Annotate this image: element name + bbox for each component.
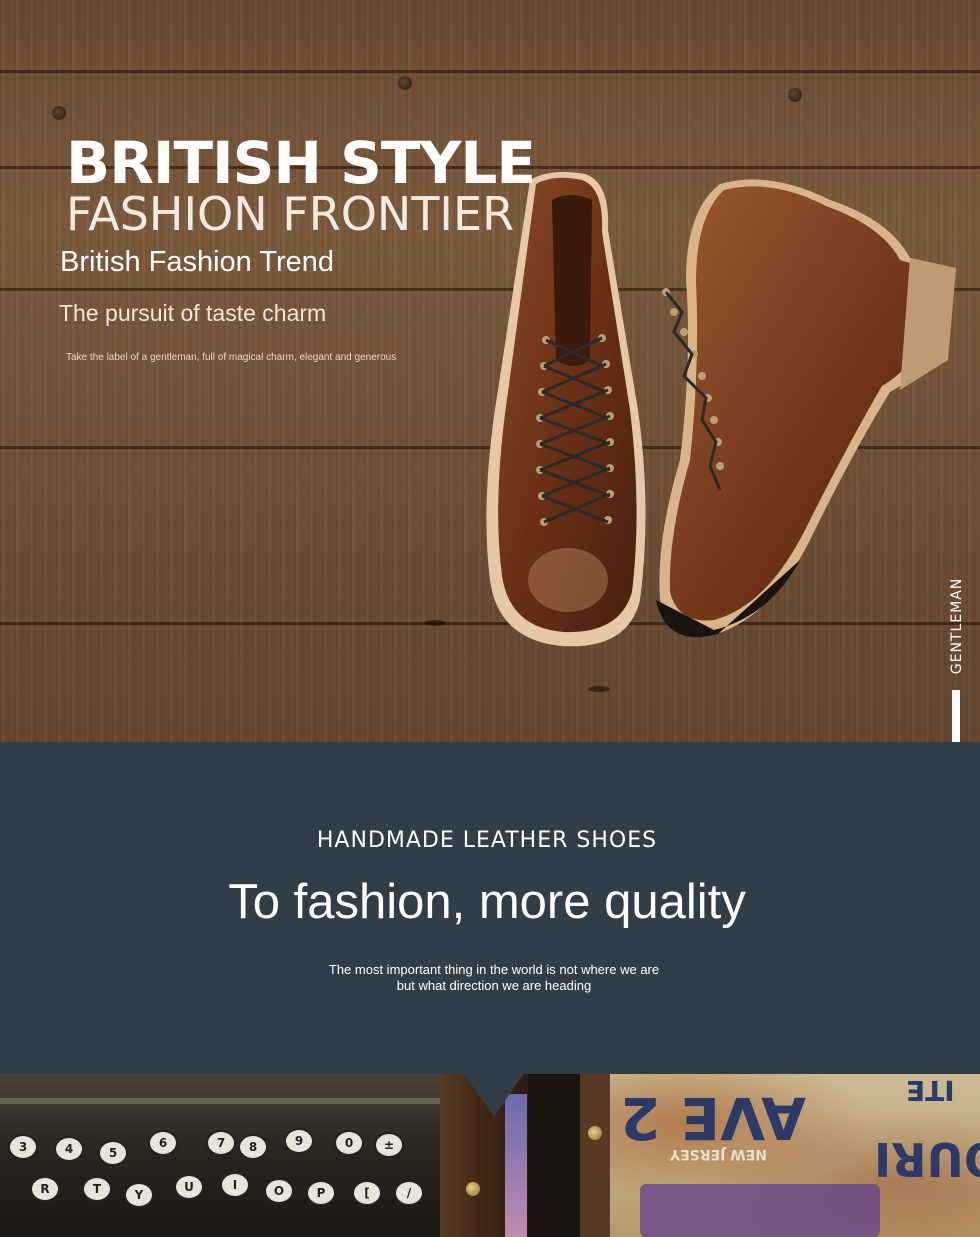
- typewriter-key: 0: [334, 1130, 364, 1156]
- case-rivet: [466, 1182, 480, 1196]
- typewriter-key: T: [82, 1176, 112, 1202]
- sign-text-ouri: OURI: [874, 1132, 980, 1186]
- typewriter-rail: [0, 1098, 440, 1104]
- hero-subtitle-secondary: The pursuit of taste charm: [59, 300, 327, 326]
- plank-seam: [0, 70, 980, 73]
- typewriter-key: I: [220, 1172, 250, 1198]
- wood-knot: [424, 620, 446, 626]
- typewriter-key: [: [352, 1180, 382, 1206]
- vertical-label: GENTLEMAN: [949, 577, 965, 675]
- typewriter-key: U: [174, 1174, 204, 1200]
- band-quote-line-2: but what direction we are heading: [396, 978, 592, 993]
- band-quote-line-1: The most important thing in the world is…: [328, 962, 660, 977]
- sign-text-state: NEW JERSEY: [670, 1146, 767, 1162]
- typewriter-key: /: [394, 1180, 424, 1206]
- strap-rivet: [588, 1126, 602, 1140]
- typewriter-key: 5: [98, 1140, 128, 1166]
- sign-text-ave: AVE 2: [620, 1084, 807, 1152]
- hero-subtitle: British Fashion Trend: [60, 246, 335, 278]
- vertical-label-wrap: GENTLEMAN: [942, 570, 972, 690]
- dark-panel: [528, 1074, 580, 1237]
- leather-boots-image: [486, 172, 956, 647]
- band-heading: HANDMADE LEATHER SHOES: [316, 828, 658, 853]
- vertical-accent-bar: [952, 690, 960, 742]
- hero-title-secondary: FASHION FRONTIER: [66, 187, 515, 241]
- wood-knot: [588, 686, 610, 692]
- typewriter-photo: 3 4 5 6 7 8 9 0 ± R T Y U I O P [ /: [0, 1074, 440, 1237]
- hero-tagline: Take the label of a gentleman, full of m…: [66, 352, 397, 363]
- typewriter-key: 4: [54, 1136, 84, 1162]
- typewriter-key: ±: [374, 1132, 404, 1158]
- typewriter-key: 3: [8, 1134, 38, 1160]
- band-pointer-notch: [464, 1073, 524, 1117]
- hero-title: BRITISH STYLE: [66, 129, 536, 197]
- nail-head: [788, 88, 802, 102]
- band-headline: To fashion, more quality: [228, 875, 746, 929]
- nail-head: [52, 106, 66, 120]
- typewriter-key: 6: [148, 1130, 178, 1156]
- sign-purple-panel: [640, 1184, 880, 1237]
- nail-head: [398, 76, 412, 90]
- typewriter-key: 8: [238, 1134, 268, 1160]
- typewriter-key: P: [306, 1180, 336, 1206]
- hero-banner: BRITISH STYLE FASHION FRONTIER British F…: [0, 0, 980, 742]
- typewriter-key: O: [264, 1178, 294, 1204]
- typewriter-key: 7: [206, 1130, 236, 1156]
- typewriter-key: 9: [284, 1128, 314, 1154]
- typewriter-key: R: [30, 1176, 60, 1202]
- sign-text-ite: ITE: [906, 1074, 955, 1107]
- leather-strap: [580, 1074, 610, 1237]
- typewriter-key: Y: [124, 1182, 154, 1208]
